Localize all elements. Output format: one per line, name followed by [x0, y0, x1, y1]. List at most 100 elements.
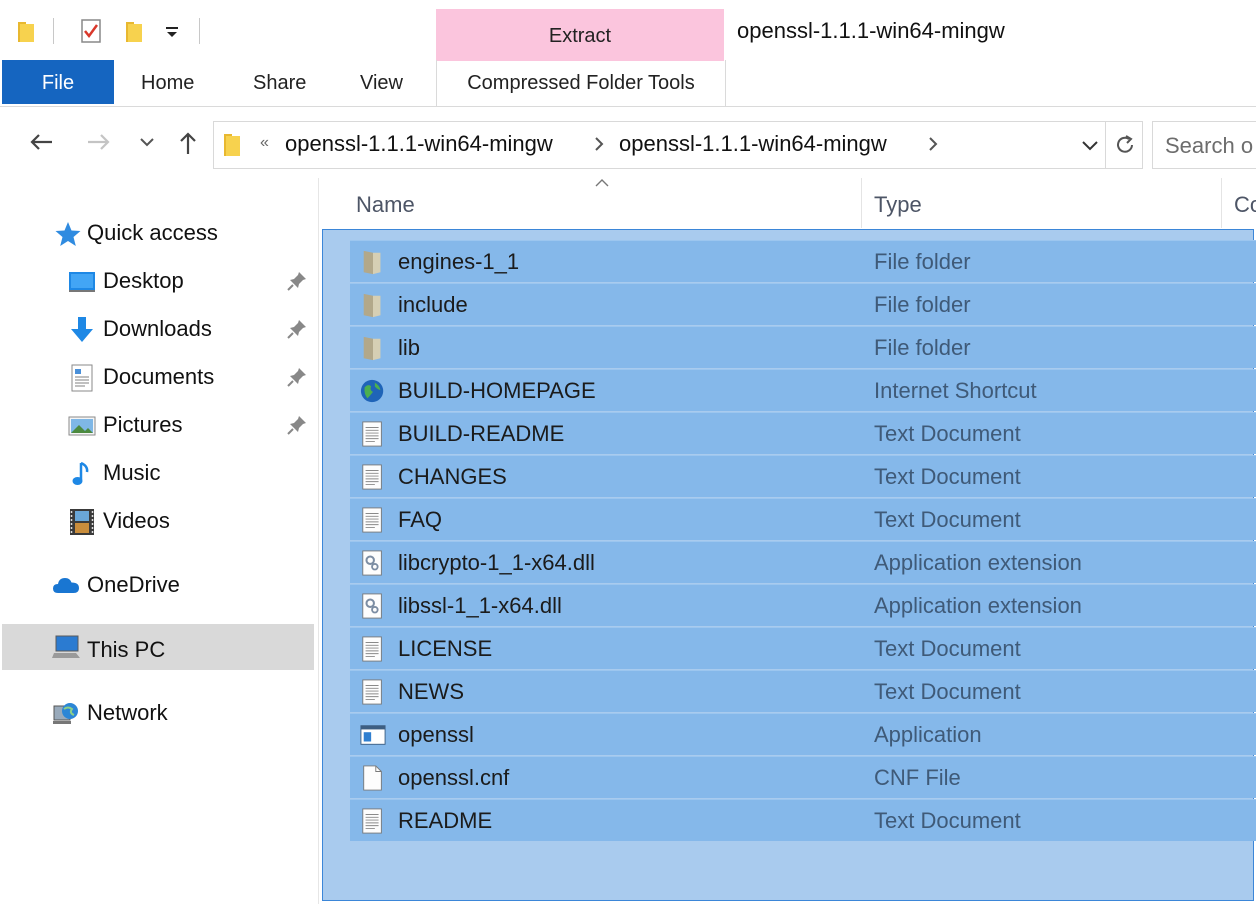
file-row[interactable]: NEWS Text Document — [350, 670, 1256, 712]
download-arrow-icon — [71, 317, 93, 342]
search-input[interactable]: Search o — [1152, 121, 1256, 169]
tab-share[interactable]: Share — [253, 72, 306, 95]
folder-icon — [224, 134, 240, 156]
forward-arrow-icon[interactable] — [84, 127, 114, 157]
file-name[interactable]: openssl — [398, 722, 474, 748]
file-name[interactable]: BUILD-HOMEPAGE — [398, 378, 596, 404]
file-name[interactable]: libssl-1_1-x64.dll — [398, 593, 562, 619]
window-title: openssl-1.1.1-win64-mingw — [737, 18, 1005, 43]
folder-icon[interactable] — [16, 18, 38, 44]
file-name[interactable]: LICENSE — [398, 636, 492, 662]
sidebar-item-label: Network — [87, 700, 168, 725]
new-folder-icon[interactable] — [124, 18, 146, 44]
sidebar-item-label: Music — [103, 460, 161, 485]
desktop-icon — [69, 272, 95, 292]
compressed-folder-tools-label: Compressed Folder Tools — [467, 72, 695, 94]
file-name[interactable]: libcrypto-1_1-x64.dll — [398, 550, 595, 576]
refresh-button[interactable] — [1105, 121, 1143, 169]
file-type: Text Document — [874, 808, 1021, 833]
breadcrumb-chevron-icon[interactable] — [592, 134, 606, 154]
extract-contextual-tab[interactable]: Extract — [436, 9, 724, 61]
file-name[interactable]: openssl.cnf — [398, 765, 509, 791]
file-name[interactable]: NEWS — [398, 679, 464, 705]
address-bar[interactable]: « openssl-1.1.1-win64-mingw openssl-1.1.… — [213, 121, 1106, 169]
sidebar-item-onedrive[interactable]: OneDrive — [0, 562, 314, 608]
properties-checkmark-icon[interactable] — [80, 18, 102, 44]
pin-icon[interactable] — [286, 270, 308, 292]
file-row[interactable]: README Text Document — [350, 799, 1256, 841]
file-row[interactable]: LICENSE Text Document — [350, 627, 1256, 669]
breadcrumb-item[interactable]: openssl-1.1.1-win64-mingw — [285, 131, 553, 157]
pin-icon[interactable] — [286, 318, 308, 340]
file-type: File folder — [874, 335, 971, 360]
sidebar-item-music[interactable]: Music — [0, 450, 314, 496]
file-type: Application — [874, 722, 982, 747]
file-row[interactable]: FAQ Text Document — [350, 498, 1256, 540]
text-doc-icon — [362, 636, 382, 662]
file-row[interactable]: libssl-1_1-x64.dll Application extension — [350, 584, 1256, 626]
file-row[interactable]: openssl.cnf CNF File — [350, 756, 1256, 798]
pin-icon[interactable] — [286, 366, 308, 388]
file-row[interactable]: BUILD-README Text Document — [350, 412, 1256, 454]
file-type: Internet Shortcut — [874, 378, 1037, 403]
sidebar-item-desktop[interactable]: Desktop — [0, 258, 314, 304]
column-divider[interactable] — [1221, 178, 1222, 228]
sidebar-item-label: Quick access — [87, 220, 218, 245]
breadcrumb-overflow[interactable]: « — [260, 134, 269, 152]
extract-tab-label: Extract — [548, 25, 612, 47]
customize-dropdown-icon[interactable] — [164, 18, 180, 44]
tab-view[interactable]: View — [360, 72, 403, 95]
sidebar-item-pictures[interactable]: Pictures — [0, 402, 314, 448]
tab-compressed-folder-tools[interactable]: Compressed Folder Tools — [436, 60, 726, 106]
column-header-type[interactable]: Type — [874, 192, 922, 218]
up-arrow-icon[interactable] — [173, 127, 203, 157]
computer-icon — [52, 635, 80, 658]
file-name[interactable]: engines-1_1 — [398, 249, 519, 275]
sidebar-item-videos[interactable]: Videos — [0, 498, 314, 544]
sidebar-item-downloads[interactable]: Downloads — [0, 306, 314, 352]
cloud-icon — [53, 578, 79, 593]
sidebar-item-quick-access[interactable]: Quick access — [0, 210, 314, 256]
address-dropdown-chevron-icon[interactable] — [1080, 136, 1100, 156]
sidebar-item-label: Videos — [103, 508, 170, 533]
sidebar-item-documents[interactable]: Documents — [0, 354, 314, 400]
file-name[interactable]: FAQ — [398, 507, 442, 533]
refresh-icon — [1117, 135, 1133, 153]
file-row[interactable]: include File folder — [350, 283, 1256, 325]
file-row[interactable]: BUILD-HOMEPAGE Internet Shortcut — [350, 369, 1256, 411]
file-list: engines-1_1 File folder include File folder… — [350, 240, 1256, 842]
file-name[interactable]: include — [398, 292, 468, 318]
file-name[interactable]: BUILD-README — [398, 421, 564, 447]
file-name[interactable]: README — [398, 808, 492, 834]
pin-icon[interactable] — [286, 414, 308, 436]
breadcrumb-chevron-icon[interactable] — [926, 134, 940, 154]
column-header-row: Name Type Co — [320, 178, 1256, 228]
file-row[interactable]: engines-1_1 File folder — [350, 240, 1256, 282]
breadcrumb-item[interactable]: openssl-1.1.1-win64-mingw — [619, 131, 887, 157]
file-name[interactable]: CHANGES — [398, 464, 507, 490]
file-name[interactable]: lib — [398, 335, 420, 361]
file-row[interactable]: openssl Application — [350, 713, 1256, 755]
back-arrow-icon[interactable] — [26, 127, 56, 157]
folder-icon — [363, 293, 381, 318]
tab-file[interactable]: File — [2, 60, 114, 104]
file-type: File folder — [874, 292, 971, 317]
column-header-compressed-size[interactable]: Co — [1234, 192, 1256, 218]
application-window-icon — [360, 725, 386, 745]
file-type: Text Document — [874, 507, 1021, 532]
file-row[interactable]: libcrypto-1_1-x64.dll Application extensi… — [350, 541, 1256, 583]
pane-splitter[interactable] — [318, 178, 319, 904]
documents-icon — [71, 364, 93, 392]
sort-ascending-caret-icon — [595, 179, 609, 187]
file-row[interactable]: lib File folder — [350, 326, 1256, 368]
sidebar-item-this-pc[interactable]: This PC — [2, 624, 314, 670]
recent-locations-chevron-icon[interactable] — [136, 127, 158, 157]
text-doc-icon — [362, 464, 382, 490]
column-divider[interactable] — [861, 178, 862, 228]
sidebar-item-label: This PC — [87, 637, 166, 662]
column-header-name[interactable]: Name — [356, 192, 415, 218]
file-row[interactable]: CHANGES Text Document — [350, 455, 1256, 497]
file-type: Application extension — [874, 550, 1082, 575]
tab-home[interactable]: Home — [141, 72, 194, 95]
sidebar-item-network[interactable]: Network — [0, 690, 314, 736]
